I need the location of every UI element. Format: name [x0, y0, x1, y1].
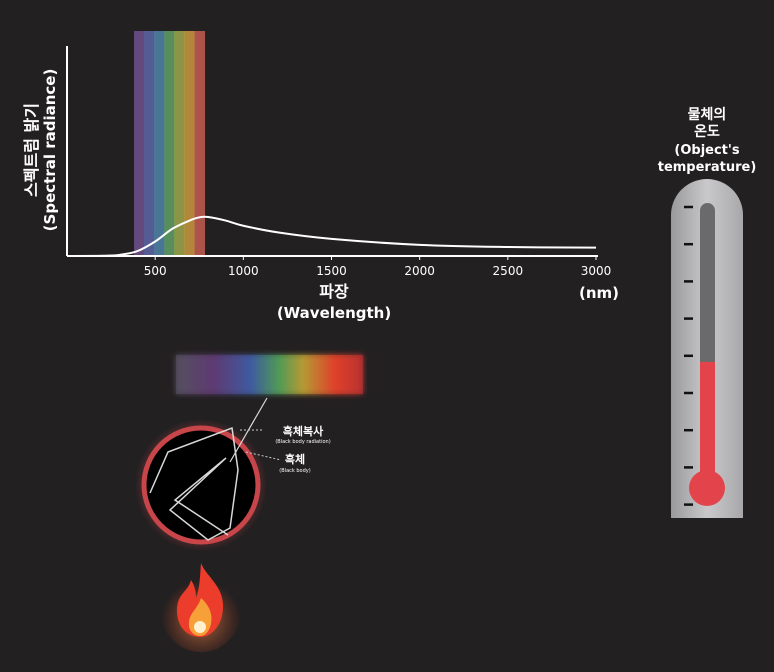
temperature-title: 물체의 [688, 106, 727, 123]
visible-light-band [134, 31, 206, 256]
x-tick-label: 1500 [316, 264, 347, 278]
x-tick-label: 1000 [228, 264, 259, 278]
temperature-title-2: 온도 [694, 124, 720, 140]
band-stripe [134, 31, 145, 256]
y-axis-label-en: (Spectral radiance) [41, 69, 59, 232]
black-body-label-en: (Black body) [279, 468, 310, 474]
x-axis-label: 파장 [319, 282, 349, 301]
x-axis-unit: (nm) [579, 284, 619, 302]
fire-icon [161, 563, 241, 652]
black-body-radiation-label: 흑체복사 [283, 424, 324, 438]
x-tick-label: 3000 [581, 264, 612, 278]
band-stripe [194, 31, 206, 256]
thermometer-icon [671, 179, 743, 518]
emitted-spectrum-strip [176, 355, 363, 394]
band-stripe [144, 31, 155, 256]
black-body-radiation-label-en: (Black body radiation) [275, 439, 330, 445]
temperature-en-1: (Object's [674, 143, 739, 158]
x-tick-label: 2000 [404, 264, 435, 278]
x-tick-label: 500 [144, 264, 167, 278]
band-stripe [154, 31, 165, 256]
black-body-label: 흑체 [285, 452, 305, 466]
x-ticks: 500 1000 1500 2000 2500 3000 [144, 256, 612, 278]
band-stripe [164, 31, 175, 256]
y-axis-label: 스펙트럼 밝기 [22, 103, 41, 197]
x-tick-label: 2500 [493, 264, 524, 278]
black-body-icon [135, 397, 268, 551]
spectrum-chart: 500 1000 1500 2000 2500 3000 스펙트럼 밝기 (Spectra… [22, 31, 619, 322]
x-axis-label-en: (Wavelength) [277, 304, 391, 322]
temperature-en-2: temperature) [658, 160, 757, 175]
diagram-canvas: 500 1000 1500 2000 2500 3000 스펙트럼 밝기 (Spectra… [22, 31, 757, 652]
